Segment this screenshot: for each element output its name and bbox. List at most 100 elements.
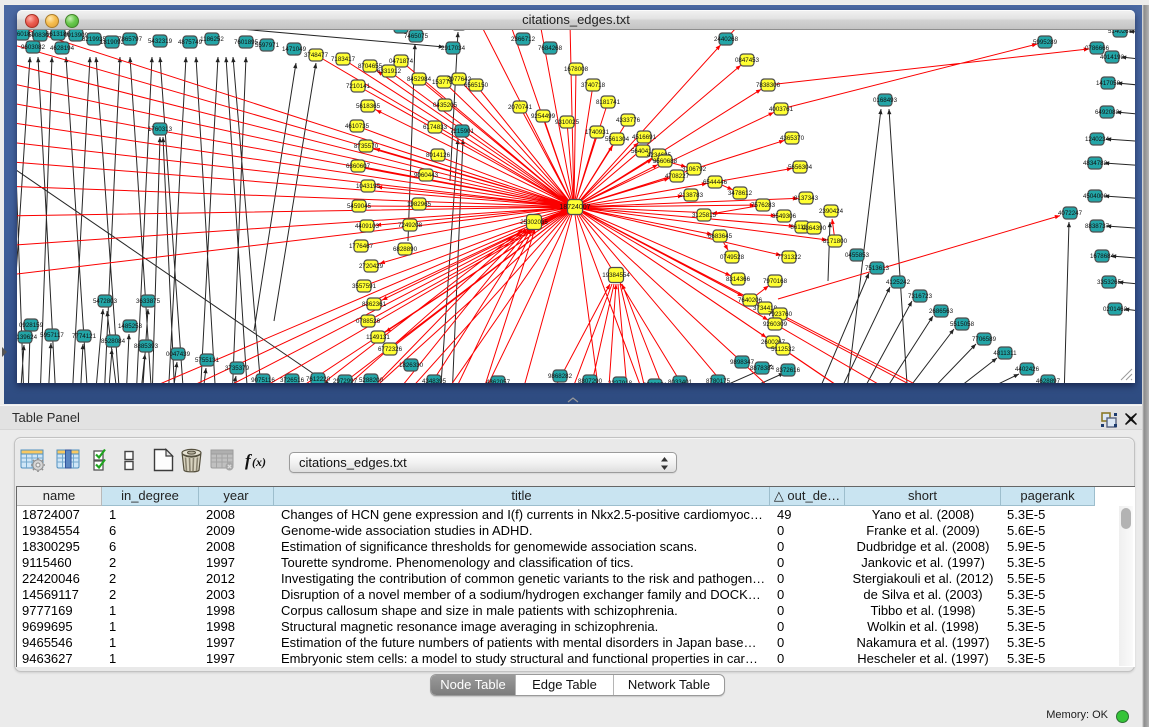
svg-text:9364390: 9364390 [802, 225, 827, 232]
svg-text:3633875: 3633875 [136, 298, 161, 305]
svg-text:19384554: 19384554 [602, 272, 630, 279]
svg-text:4072247: 4072247 [1058, 210, 1083, 217]
svg-text:1149131: 1149131 [366, 334, 390, 341]
svg-text:7612220: 7612220 [306, 376, 331, 383]
svg-text:7249208: 7249208 [398, 222, 423, 229]
svg-text:7684268: 7684268 [538, 45, 563, 52]
svg-text:3106792: 3106792 [682, 166, 707, 173]
svg-text:4014193: 4014193 [1100, 54, 1125, 61]
svg-text:3549306: 3549306 [772, 213, 797, 220]
svg-text:8171800: 8171800 [823, 238, 848, 245]
svg-text:1240234: 1240234 [1085, 136, 1110, 143]
svg-text:18724007: 18724007 [559, 204, 590, 211]
svg-text:8033401: 8033401 [668, 379, 693, 383]
svg-text:7513613: 7513613 [865, 265, 890, 272]
svg-text:2972997: 2972997 [333, 378, 358, 383]
svg-text:4333776: 4333776 [616, 117, 641, 124]
svg-text:8014126: 8014126 [426, 152, 451, 159]
svg-text:1043195: 1043195 [356, 183, 381, 190]
svg-text:8528084: 8528084 [101, 338, 126, 345]
svg-text:2440268: 2440268 [714, 36, 739, 43]
svg-text:5472803: 5472803 [93, 298, 118, 305]
svg-text:2070741: 2070741 [508, 104, 533, 111]
svg-text:9254499: 9254499 [531, 113, 556, 120]
svg-text:1776467: 1776467 [349, 243, 374, 250]
svg-text:5656304: 5656304 [788, 164, 813, 171]
svg-text:0847453: 0847453 [735, 57, 760, 64]
svg-text:5755131: 5755131 [195, 357, 220, 364]
svg-text:3735379: 3735379 [225, 365, 250, 372]
svg-text:7183417: 7183417 [331, 56, 356, 63]
svg-text:4656321: 4656321 [389, 30, 414, 31]
svg-text:2917034: 2917034 [441, 45, 466, 52]
svg-text:8885393: 8885393 [134, 343, 159, 350]
svg-text:3125815: 3125815 [692, 212, 717, 219]
svg-text:7774121: 7774121 [72, 333, 97, 340]
svg-text:5515058: 5515058 [950, 321, 975, 328]
svg-text:4834782: 4834782 [1083, 160, 1108, 167]
svg-text:4628194: 4628194 [50, 45, 75, 52]
svg-text:8362361: 8362361 [362, 301, 387, 308]
svg-text:8838737: 8838737 [1085, 223, 1110, 230]
svg-text:(x): (x) [252, 455, 266, 469]
svg-text:0455853: 0455853 [845, 252, 870, 259]
svg-text:2720429: 2720429 [359, 263, 384, 270]
svg-text:9310025: 9310025 [555, 119, 580, 126]
svg-text:4003761: 4003761 [769, 106, 794, 113]
svg-text:3726516: 3726516 [280, 377, 305, 383]
svg-text:7465075: 7465075 [404, 33, 429, 40]
svg-text:3557591: 3557591 [352, 283, 377, 290]
svg-text:1471049: 1471049 [282, 46, 307, 53]
svg-text:0928159: 0928159 [19, 322, 44, 329]
svg-text:4875749: 4875749 [178, 39, 203, 46]
svg-text:6492083: 6492083 [1095, 109, 1120, 116]
svg-text:3478612: 3478612 [728, 190, 753, 197]
svg-text:4348395: 4348395 [422, 378, 447, 383]
svg-text:4516691: 4516691 [632, 134, 657, 141]
svg-text:0168493: 0168493 [873, 97, 898, 104]
svg-text:5995289: 5995289 [1033, 39, 1058, 46]
svg-text:6772326: 6772326 [378, 346, 403, 353]
svg-text:9075116: 9075116 [251, 377, 275, 383]
svg-text:8878384: 8878384 [750, 365, 775, 372]
svg-text:8137343: 8137343 [794, 195, 819, 202]
svg-text:7970168: 7970168 [763, 278, 788, 285]
svg-text:7576283: 7576283 [751, 202, 776, 209]
svg-text:4409103: 4409103 [355, 223, 380, 230]
svg-text:1982965: 1982965 [407, 201, 432, 208]
svg-text:7838306: 7838306 [756, 82, 781, 89]
svg-text:5597971: 5597971 [255, 42, 280, 49]
svg-text:6828890: 6828890 [393, 246, 418, 253]
svg-text:6683645: 6683645 [708, 233, 733, 240]
svg-text:4504000: 4504000 [1083, 193, 1108, 200]
svg-text:6544446: 6544446 [703, 179, 728, 186]
svg-text:7210141: 7210141 [346, 83, 371, 90]
svg-text:1678008: 1678008 [564, 66, 589, 73]
svg-text:9868282: 9868282 [548, 373, 573, 380]
svg-text:2227918: 2227918 [608, 380, 633, 383]
svg-text:9260309: 9260309 [763, 321, 788, 328]
svg-text:5288200: 5288200 [359, 377, 384, 383]
svg-text:3353265: 3353265 [1097, 279, 1122, 286]
svg-text:8181741: 8181741 [596, 99, 621, 106]
svg-text:1485253: 1485253 [118, 323, 143, 330]
svg-text:0471874: 0471874 [389, 58, 414, 65]
svg-text:0435205: 0435205 [433, 102, 458, 109]
svg-text:4708227: 4708227 [665, 173, 690, 180]
svg-text:2686563: 2686563 [929, 308, 954, 315]
svg-text:7923760: 7923760 [768, 311, 793, 318]
svg-text:8780175: 8780175 [706, 378, 731, 383]
svg-text:0139624: 0139624 [17, 334, 38, 341]
svg-text:8704655: 8704655 [358, 63, 383, 70]
svg-text:5618365: 5618365 [356, 103, 381, 110]
svg-text:1417058: 1417058 [1096, 80, 1121, 87]
svg-text:4862057: 4862057 [486, 379, 511, 383]
svg-text:6565150: 6565150 [464, 82, 489, 89]
svg-text:4402426: 4402426 [1015, 366, 1040, 373]
svg-text:7865797: 7865797 [118, 36, 143, 43]
svg-text:9603082: 9603082 [21, 44, 46, 51]
svg-text:0749528: 0749528 [720, 254, 745, 261]
svg-text:0201462: 0201462 [1103, 306, 1128, 313]
svg-text:0588871: 0588871 [643, 382, 668, 383]
svg-text:6360607: 6360607 [346, 163, 371, 170]
